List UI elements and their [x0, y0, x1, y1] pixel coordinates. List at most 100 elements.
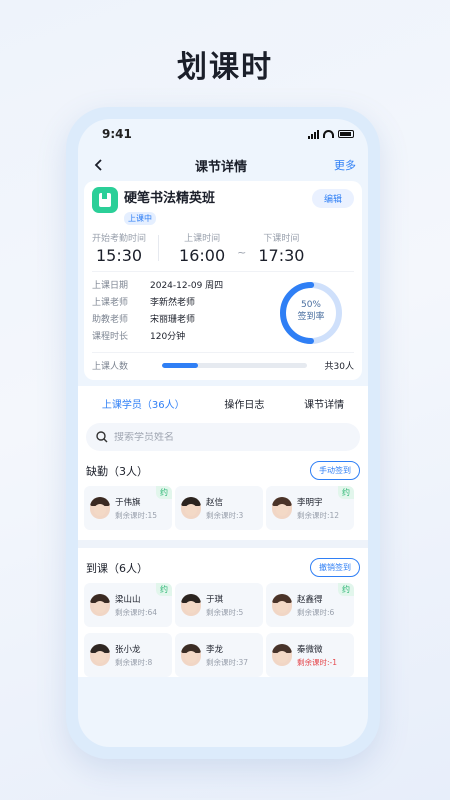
- detail-key: 上课老师: [92, 298, 129, 308]
- status-time: 9:41: [102, 127, 132, 141]
- remaining-lessons: 剩余课时:15: [115, 510, 158, 520]
- wifi-icon: [323, 130, 334, 138]
- class-end-time: 下课时间 17:30: [258, 231, 304, 265]
- student-card[interactable]: 李龙剩余课时:37: [175, 633, 263, 677]
- student-name: 梁山山: [115, 594, 141, 605]
- detail-key: 上课日期: [92, 281, 129, 291]
- student-card[interactable]: 李明宇 剩余课时:12 约: [266, 486, 354, 530]
- avatar: [90, 644, 110, 666]
- avatar: [272, 497, 292, 519]
- absent-student-grid: 于伟旗 剩余课时:15 约赵信 剩余课时:3 李明宇 剩余课时:12 约: [84, 486, 362, 530]
- student-card[interactable]: 赵信剩余课时:3: [175, 486, 263, 530]
- class-status-badge: 上课中: [124, 212, 156, 225]
- tab-lesson-details[interactable]: 课节详情: [304, 396, 344, 411]
- avatar: [272, 594, 292, 616]
- attendee-total: 共30人: [324, 362, 354, 372]
- student-name: 赵信: [206, 497, 224, 508]
- attendee-count-label: 上课人数: [92, 362, 129, 372]
- detail-row-teacher: 上课老师 李新然老师: [92, 295, 278, 312]
- class-end-value: 17:30: [258, 246, 305, 265]
- avatar: [181, 497, 201, 519]
- present-title: 到课（6人）: [86, 561, 148, 575]
- student-panel: 上课学员（36人） 操作日志 课节详情 缺勤（3人） 手动签到 于伟旗剩余课时:…: [78, 386, 368, 677]
- student-name: 赵鑫得: [297, 594, 323, 605]
- remaining-lessons: 剩余课时:37: [206, 657, 249, 667]
- remaining-lessons: 剩余课时:3: [206, 510, 244, 520]
- avatar: [272, 644, 292, 666]
- remaining-lessons: 剩余课时:-1: [297, 657, 338, 667]
- detail-value: 宋丽珊老师: [150, 315, 196, 325]
- student-name: 秦微微: [297, 644, 323, 655]
- present-student-grid: 梁山山 剩余课时:64 约于琪 剩余课时:5 赵鑫得 剩余课时:6 约张小龙 剩余课时:8 李龙…: [84, 583, 362, 677]
- detail-key: 助教老师: [92, 315, 129, 325]
- reserved-badge: 约: [338, 486, 354, 499]
- avatar: [90, 594, 110, 616]
- detail-value: 李新然老师: [150, 298, 196, 308]
- class-start-label: 上课时间: [184, 234, 221, 244]
- present-section: 到课（6人） 撤销签到 梁山山 剩余课时:64 约于琪 剩余课时:5 赵鑫得 剩余课时:6…: [78, 548, 368, 677]
- detail-key: 课程时长: [92, 332, 129, 342]
- avatar: [181, 644, 201, 666]
- reserved-badge: 约: [156, 486, 172, 499]
- tab-students[interactable]: 上课学员（36人）: [102, 396, 185, 411]
- search-input[interactable]: [114, 431, 314, 443]
- student-card[interactable]: 梁山山剩余课时:64 约: [84, 583, 172, 627]
- attendee-progress-bar: [162, 363, 307, 368]
- edit-button[interactable]: 编辑: [311, 189, 354, 208]
- absent-title: 缺勤（3人）: [86, 464, 148, 478]
- sign-rate-label: 签到率: [297, 312, 325, 322]
- reserved-badge: 约: [156, 583, 172, 596]
- student-card[interactable]: 于琪剩余课时:5: [175, 583, 263, 627]
- headline: 划课时: [177, 50, 273, 85]
- attendee-count-row: 上课人数 共30人: [92, 352, 354, 372]
- detail-value: 120分钟: [150, 332, 186, 342]
- class-name: 硬笔书法精英班: [124, 191, 216, 206]
- manual-sign-in-button[interactable]: 手动签到: [310, 461, 360, 480]
- app-screen: 9:41 课节详情 更多 硬笔书法精英班 上课中 编辑 开始考勤时间 15:30…: [78, 119, 368, 747]
- page-title: 课节详情: [194, 159, 247, 175]
- student-name: 李龙: [206, 644, 224, 655]
- detail-row-duration: 课程时长 120分钟: [92, 329, 278, 346]
- reserved-badge: 约: [338, 583, 354, 596]
- detail-row-date: 上课日期 2024-12-09 周四: [92, 278, 278, 295]
- student-card[interactable]: 张小龙剩余课时:8: [84, 633, 172, 677]
- search-bar[interactable]: [86, 423, 360, 451]
- nav-bar: 课节详情 更多: [78, 149, 368, 181]
- sign-rate-percent: 50%: [300, 300, 321, 310]
- class-start-value: 16:00: [179, 246, 226, 265]
- cancel-sign-in-button[interactable]: 撤销签到: [310, 558, 360, 577]
- student-name: 于伟旗: [115, 497, 141, 508]
- class-end-label: 下课时间: [263, 234, 300, 244]
- battery-icon: [338, 130, 354, 138]
- tab-operation-log[interactable]: 操作日志: [224, 396, 264, 411]
- time-separator: ~: [237, 246, 247, 259]
- student-name: 张小龙: [115, 644, 141, 655]
- class-card: 硬笔书法精英班 上课中 编辑 开始考勤时间 15:30 上课时间 16:00 ~…: [84, 181, 362, 380]
- remaining-lessons: 剩余课时:5: [206, 607, 244, 617]
- remaining-lessons: 剩余课时:8: [115, 657, 153, 667]
- section-divider: [78, 540, 368, 548]
- status-icons: [308, 129, 354, 139]
- sign-rate-ring: 50% 签到率: [278, 280, 344, 346]
- absent-section: 缺勤（3人） 手动签到 于伟旗 剩余课时:15 约赵信 剩余课时:3 李明宇 剩余课时:1…: [78, 451, 368, 530]
- back-arrow-icon[interactable]: [94, 158, 108, 172]
- remaining-lessons: 剩余课时:6: [297, 607, 335, 617]
- tab-bar: 上课学员（36人） 操作日志 课节详情: [78, 386, 368, 417]
- student-card[interactable]: 于伟旗剩余课时:15 约: [84, 486, 172, 530]
- student-card[interactable]: 秦微微剩余课时:-1: [266, 633, 354, 677]
- attendance-start-time: 开始考勤时间 15:30: [92, 231, 146, 265]
- more-button[interactable]: 更多: [334, 157, 356, 173]
- student-name: 于琪: [206, 594, 224, 605]
- student-name: 李明宇: [297, 497, 323, 508]
- signal-icon: [308, 129, 319, 139]
- search-icon: [96, 431, 108, 443]
- detail-value: 2024-12-09 周四: [150, 281, 224, 291]
- book-icon: [92, 187, 118, 213]
- attendee-progress-fill: [162, 363, 199, 368]
- time-row: 开始考勤时间 15:30 上课时间 16:00 ~ 下课时间 17:30: [92, 231, 354, 272]
- attendance-start-value: 15:30: [95, 246, 143, 265]
- student-card[interactable]: 赵鑫得剩余课时:6 约: [266, 583, 354, 627]
- remaining-lessons: 剩余课时:64: [115, 607, 158, 617]
- attendance-start-label: 开始考勤时间: [92, 234, 147, 244]
- avatar: [181, 594, 201, 616]
